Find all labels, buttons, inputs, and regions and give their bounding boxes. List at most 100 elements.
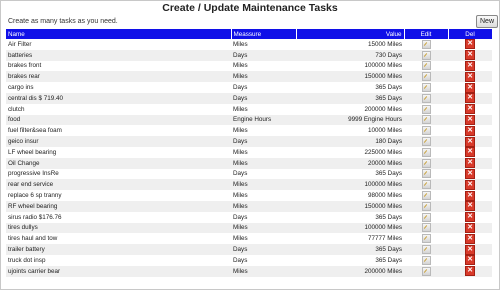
edit-pencil-icon[interactable] [421,126,431,136]
table-header-row: Name Meassure Value Edit Del [6,29,493,39]
task-name-cell: clutch [8,105,25,113]
delete-cell: ✕ [448,104,492,115]
delete-x-icon[interactable]: ✕ [465,266,475,277]
table-row: LF wheel bearing Miles 225000 Miles ✕ [6,147,492,158]
task-measure-cell: Days [231,92,296,104]
column-header-value[interactable]: Value [296,29,405,39]
edit-cell [404,82,448,93]
table-row: batteries Days 730 Days ✕ [6,49,492,61]
delete-x-icon[interactable]: ✕ [465,39,475,50]
edit-cell [404,255,448,266]
edit-pencil-icon[interactable] [421,223,431,233]
edit-pencil-icon[interactable] [421,147,431,157]
edit-pencil-icon[interactable] [421,72,431,82]
task-measure-cell: Days [233,213,248,221]
edit-pencil-icon[interactable] [421,191,431,201]
delete-x-icon[interactable]: ✕ [465,244,475,255]
delete-x-icon[interactable]: ✕ [465,158,475,169]
edit-cell [404,265,448,277]
edit-pencil-icon[interactable] [421,212,431,222]
delete-x-icon[interactable]: ✕ [465,125,475,136]
column-header-measure[interactable]: Meassure [231,29,297,39]
edit-pencil-icon[interactable] [421,115,431,125]
edit-pencil-icon[interactable] [421,104,431,114]
task-value-cell: 365 Days [375,84,402,92]
task-name-cell: truck dot insp [8,256,46,264]
task-measure-cell: Days [233,84,248,92]
delete-x-icon[interactable]: ✕ [465,60,475,71]
edit-cell [404,49,448,61]
task-value-cell: 365 Days [375,213,402,221]
edit-pencil-icon[interactable] [421,137,431,147]
edit-pencil-icon[interactable] [421,61,431,71]
tasks-table: Name Meassure Value Edit Del Air Filter M… [6,29,493,277]
edit-cell [404,104,448,115]
edit-pencil-icon[interactable] [421,245,431,255]
delete-x-icon[interactable]: ✕ [465,147,475,158]
task-value-cell: 200000 Miles [296,265,404,277]
task-name-cell: tires haul and tow [8,235,58,243]
tasks-table-body: Air Filter Miles 15000 Miles ✕ batteries Days… [6,39,492,277]
delete-x-icon[interactable]: ✕ [465,82,475,93]
delete-x-icon[interactable]: ✕ [465,50,475,61]
delete-cell: ✕ [448,179,492,191]
delete-x-icon[interactable]: ✕ [465,168,475,179]
delete-x-icon[interactable]: ✕ [465,255,475,266]
task-name-cell: cargo ins [8,84,34,92]
task-measure-cell: Days [231,244,296,255]
edit-pencil-icon[interactable] [421,180,431,190]
edit-pencil-icon[interactable] [421,201,431,211]
edit-pencil-icon[interactable] [421,169,431,179]
delete-x-icon[interactable]: ✕ [465,136,475,147]
task-value-cell: 10000 Miles [368,127,402,135]
table-row: brakes rear Miles 150000 Miles ✕ [6,71,492,83]
task-value-cell: 100000 Miles [364,62,402,70]
new-task-button[interactable]: New [476,15,499,28]
edit-pencil-icon[interactable] [421,234,431,244]
task-measure-cell: Miles [231,157,296,169]
edit-pencil-icon[interactable] [421,39,431,49]
edit-pencil-icon[interactable] [421,158,431,168]
column-header-name[interactable]: Name [6,29,232,39]
table-row: brakes front Miles 100000 Miles ✕ [6,60,492,72]
table-row: cargo ins Days 365 Days ✕ [6,82,492,93]
edit-pencil-icon[interactable] [421,83,431,93]
delete-x-icon[interactable]: ✕ [465,71,475,82]
delete-cell: ✕ [448,157,492,169]
task-value-cell: 98000 Miles [368,192,402,200]
edit-pencil-icon[interactable] [421,266,431,276]
delete-x-icon[interactable]: ✕ [465,104,475,115]
delete-cell: ✕ [448,39,492,50]
task-value-cell: 100000 Miles [296,179,404,191]
delete-x-icon[interactable]: ✕ [465,93,475,104]
edit-cell [404,39,448,50]
delete-cell: ✕ [448,265,492,277]
edit-pencil-icon[interactable] [421,50,431,60]
edit-pencil-icon[interactable] [421,255,431,265]
task-value-cell: 150000 Miles [296,71,404,83]
delete-x-icon[interactable]: ✕ [465,222,475,233]
table-row: rear end service Miles 100000 Miles ✕ [6,179,492,191]
task-name-cell: rear end service [6,179,231,191]
delete-cell: ✕ [448,255,492,266]
delete-x-icon[interactable]: ✕ [465,212,475,223]
edit-cell [404,125,448,136]
task-measure-cell: Engine Hours [231,114,296,126]
delete-x-icon[interactable]: ✕ [465,190,475,201]
table-row: clutch Miles 200000 Miles ✕ [6,104,492,115]
task-name-cell: tires dullys [6,222,231,234]
task-name-cell: food [6,114,231,126]
task-value-cell: 15000 Miles [368,40,402,48]
task-name-cell: RF wheel bearing [6,200,231,212]
delete-cell: ✕ [448,60,492,72]
delete-x-icon[interactable]: ✕ [465,201,475,212]
task-measure-cell: Days [231,49,296,61]
delete-x-icon[interactable]: ✕ [465,179,475,190]
edit-pencil-icon[interactable] [421,93,431,103]
delete-x-icon[interactable]: ✕ [465,233,475,244]
delete-x-icon[interactable]: ✕ [465,114,475,125]
delete-cell: ✕ [448,244,492,255]
table-row: Oil Change Miles 20000 Miles ✕ [6,157,492,169]
task-value-cell: 9999 Engine Hours [296,114,404,126]
edit-cell [404,190,448,201]
